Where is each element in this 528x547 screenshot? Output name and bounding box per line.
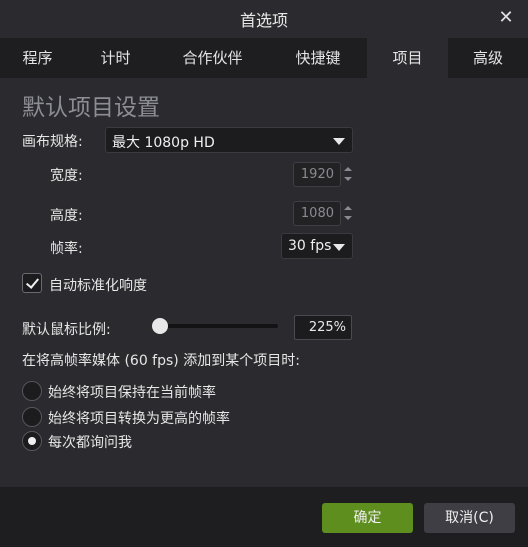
close-icon[interactable]: ✕ [496, 8, 516, 28]
height-stepper[interactable] [343, 201, 353, 226]
high-fps-prompt: 在将高帧率媒体 (60 fps) 添加到某个项目时: [22, 353, 300, 369]
window-title: 首选项 [239, 11, 288, 30]
width-stepper[interactable] [343, 162, 353, 187]
height-field[interactable]: 1080 [293, 201, 341, 226]
radio-keep-fps-label: 始终将项目保持在当前帧率 [48, 385, 216, 401]
chevron-down-icon [333, 244, 345, 251]
fps-label: 帧率: [50, 241, 83, 257]
arrow-up-icon[interactable] [344, 167, 352, 171]
canvas-size-dropdown[interactable]: 最大 1080p HD [105, 127, 353, 153]
tab-partners[interactable]: 合作伙伴 [156, 38, 269, 78]
cancel-button[interactable]: 取消(C) [424, 503, 515, 533]
cursor-scale-slider-track[interactable] [152, 324, 278, 328]
radio-convert-fps-label: 始终将项目转换为更高的帧率 [48, 411, 230, 427]
fps-value: 30 fps [288, 238, 332, 254]
tab-timing[interactable]: 计时 [75, 38, 156, 78]
tab-program[interactable]: 程序 [0, 38, 75, 78]
height-label: 高度: [50, 208, 83, 224]
tab-bar: 程序 计时 合作伙伴 快捷键 项目 高级 [0, 38, 528, 78]
cursor-scale-label: 默认鼠标比例: [22, 322, 111, 338]
radio-ask-me[interactable] [22, 431, 42, 451]
title-bar: 首选项 ✕ [0, 0, 528, 38]
tab-advanced[interactable]: 高级 [448, 38, 528, 78]
arrow-down-icon[interactable] [344, 216, 352, 220]
tab-project[interactable]: 项目 [367, 38, 448, 78]
cursor-scale-value[interactable]: 225% [294, 315, 352, 340]
width-label: 宽度: [50, 168, 83, 184]
fps-dropdown[interactable]: 30 fps [281, 233, 353, 259]
arrow-up-icon[interactable] [344, 206, 352, 210]
canvas-size-value: 最大 1080p HD [112, 135, 215, 151]
auto-normalize-label: 自动标准化响度 [49, 278, 147, 294]
ok-button[interactable]: 确定 [322, 503, 413, 533]
auto-normalize-checkbox[interactable] [22, 273, 42, 293]
section-heading: 默认项目设置 [22, 95, 160, 121]
arrow-down-icon[interactable] [344, 177, 352, 181]
radio-ask-me-label: 每次都询问我 [48, 435, 132, 451]
cursor-scale-slider-thumb[interactable] [152, 318, 168, 334]
chevron-down-icon [333, 138, 345, 145]
width-field[interactable]: 1920 [293, 162, 341, 187]
canvas-size-label: 画布规格: [22, 134, 83, 150]
tab-shortcuts[interactable]: 快捷键 [269, 38, 367, 78]
radio-keep-fps[interactable] [22, 381, 42, 401]
radio-convert-fps[interactable] [22, 407, 42, 427]
